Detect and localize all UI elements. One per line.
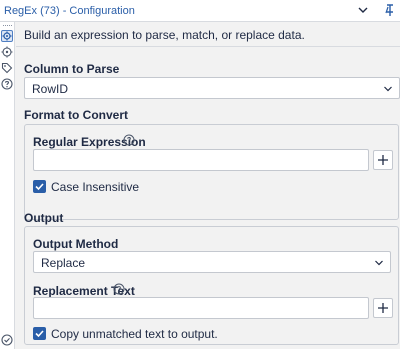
help-icon[interactable] xyxy=(123,134,135,146)
format-to-convert-label: Format to Convert xyxy=(24,108,129,122)
output-method-value: Replace xyxy=(41,256,86,270)
column-to-parse-label: Column to Parse xyxy=(24,62,120,76)
help-icon[interactable] xyxy=(1,78,13,90)
plus-icon xyxy=(378,303,388,313)
replacement-builder-button[interactable] xyxy=(373,298,393,318)
column-to-parse-select[interactable]: RowID xyxy=(24,77,400,99)
chevron-down-icon xyxy=(383,83,393,93)
regex-builder-button[interactable] xyxy=(373,150,393,170)
column-to-parse-value: RowID xyxy=(32,82,69,96)
tool-description: Build an expression to parse, match, or … xyxy=(24,28,305,42)
chevron-down-icon xyxy=(374,257,384,267)
checkmark-icon xyxy=(35,330,44,338)
gear-icon[interactable] xyxy=(1,30,13,42)
output-method-select[interactable]: Replace xyxy=(33,251,391,273)
help-icon[interactable] xyxy=(113,283,125,295)
copy-unmatched-checkbox[interactable] xyxy=(33,327,46,340)
copy-unmatched-label: Copy unmatched text to output. xyxy=(51,327,218,341)
rail-grip[interactable] xyxy=(3,25,12,27)
output-method-label: Output Method xyxy=(33,237,119,251)
target-icon[interactable] xyxy=(1,46,13,58)
window-title: RegEx (73) - Configuration xyxy=(4,5,135,17)
tool-rail xyxy=(0,22,15,349)
checkmark-icon xyxy=(35,183,44,191)
output-section-label: Output xyxy=(24,211,64,225)
status-check-icon xyxy=(1,334,13,346)
pin-icon[interactable] xyxy=(383,3,397,17)
window-titlebar: RegEx (73) - Configuration xyxy=(0,0,400,22)
chevron-down-icon[interactable] xyxy=(356,3,370,17)
case-insensitive-label: Case Insensitive xyxy=(51,180,140,194)
regular-expression-input[interactable] xyxy=(33,149,369,171)
tag-icon[interactable] xyxy=(1,62,13,74)
divider xyxy=(16,46,400,47)
format-to-convert-panel: Regular Expression Case Insensitive xyxy=(24,124,399,220)
case-insensitive-checkbox[interactable] xyxy=(33,180,46,193)
plus-icon xyxy=(378,155,388,165)
replacement-text-input[interactable] xyxy=(33,297,369,319)
output-panel: Output Method Replace Replacement Text C… xyxy=(24,226,399,345)
configuration-panel: Build an expression to parse, match, or … xyxy=(16,22,400,349)
